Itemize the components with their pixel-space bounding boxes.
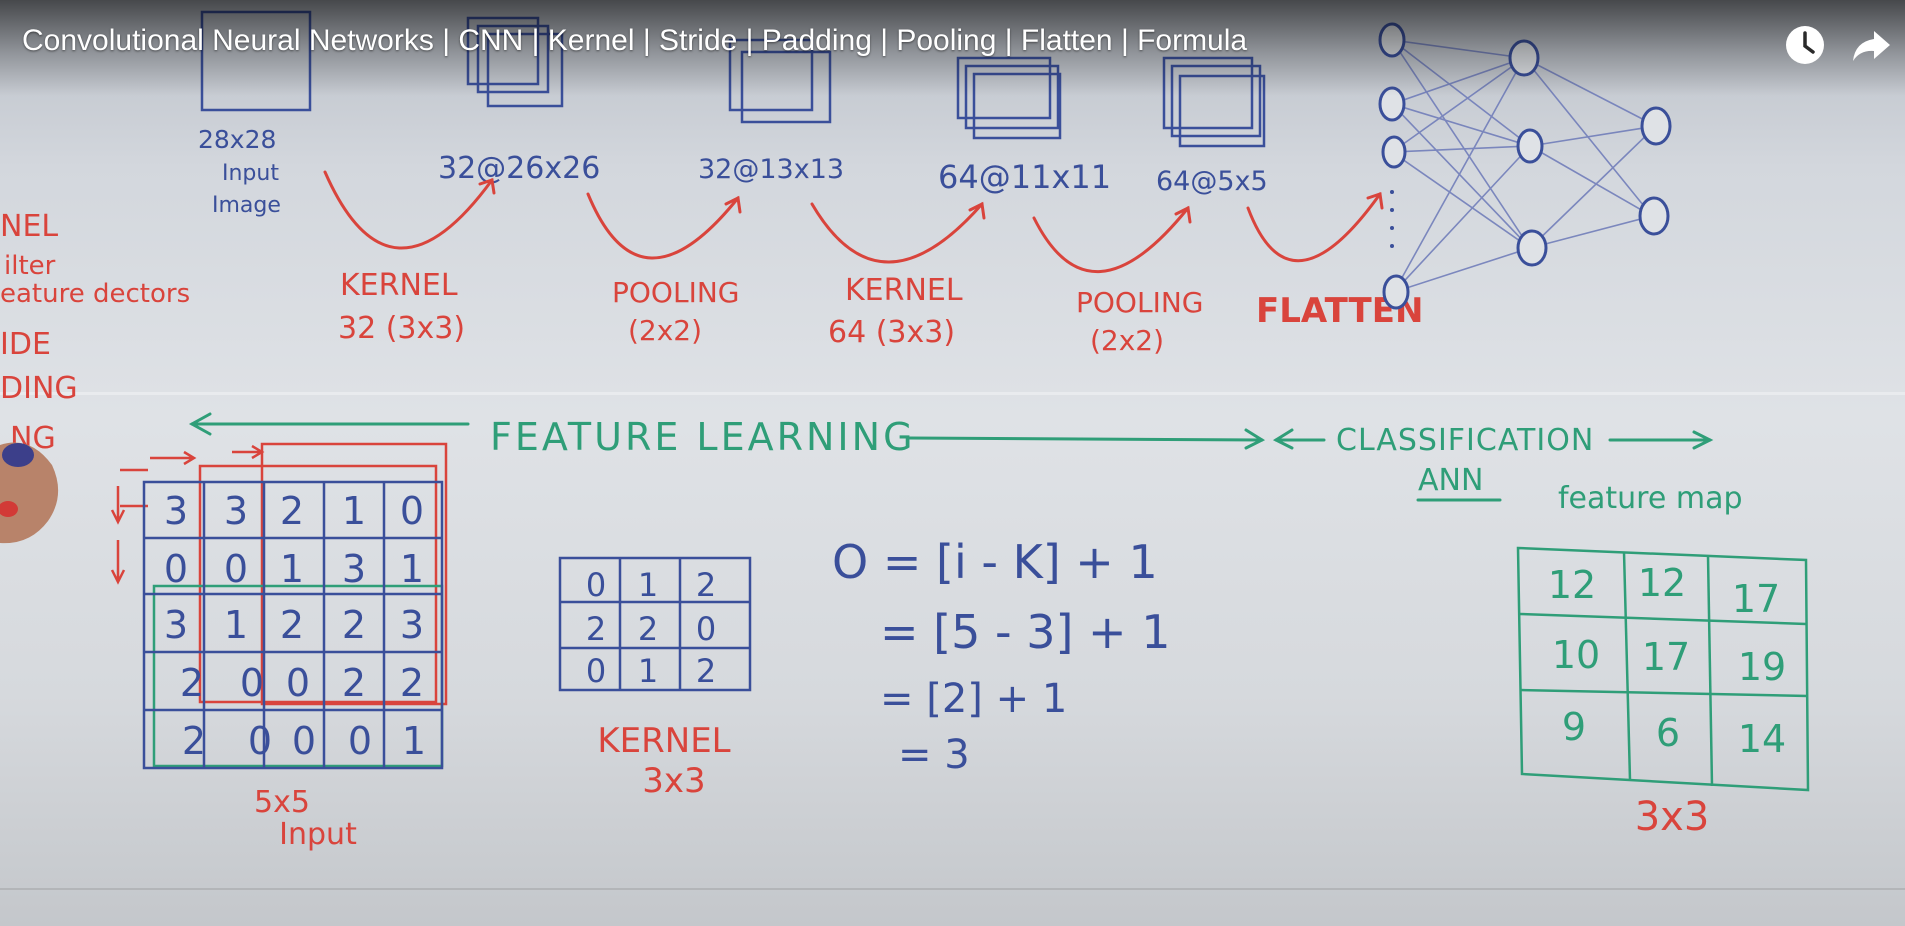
section-classification: CLASSIFICATION <box>1336 423 1594 458</box>
input-cell: 2 <box>342 603 366 647</box>
output-size-label: 3x3 <box>1635 794 1710 840</box>
kernel-cell: 2 <box>696 566 716 604</box>
op-label: POOLING <box>612 276 739 309</box>
video-title[interactable]: Convolutional Neural Networks | CNN | Ke… <box>22 24 1247 58</box>
output-cell: 17 <box>1642 635 1690 679</box>
input-cell: 0 <box>348 719 372 763</box>
section-feature-learning: FEATURE LEARNING <box>490 415 916 459</box>
formula-line: = 3 <box>898 732 970 778</box>
output-cell: 9 <box>1562 705 1586 749</box>
left-label: DING <box>0 371 78 406</box>
input-cell: 0 <box>240 661 264 705</box>
output-cell: 6 <box>1656 711 1680 755</box>
output-cell: 19 <box>1738 645 1786 689</box>
input-cell: 2 <box>180 661 204 705</box>
arc-pooling-2 <box>1032 206 1190 273</box>
stage-size-label: 32@26x26 <box>438 151 600 186</box>
kernel-size-label: 3x3 <box>642 761 705 801</box>
input-cell: 0 <box>292 719 316 763</box>
stage-caption: Input <box>222 161 279 186</box>
op-param: 64 (3x3) <box>828 315 955 350</box>
input-cell: 1 <box>402 719 426 763</box>
formula-line: O = [i - K] + 1 <box>832 535 1158 589</box>
input-size-label: 5x5 <box>254 785 310 820</box>
kernel-cell: 1 <box>638 652 658 690</box>
input-cell: 1 <box>400 547 424 591</box>
input-cell: 1 <box>342 489 366 533</box>
op-label: POOLING <box>1076 286 1203 319</box>
input-caption: Input <box>279 817 357 852</box>
share-icon <box>1853 31 1890 61</box>
op-param: (2x2) <box>628 314 702 347</box>
kernel-cell: 2 <box>638 610 658 648</box>
video-overlay-bar: Convolutional Neural Networks | CNN | Ke… <box>0 0 1905 96</box>
ann-hidden-node <box>1516 229 1548 267</box>
whiteboard-drawing: 28x28 Input Image 32@26x26 32@13x13 64@1… <box>0 10 1810 852</box>
input-cell: 3 <box>400 603 424 647</box>
arc-pooling-1 <box>586 192 740 260</box>
input-cell: 2 <box>342 661 366 705</box>
input-cell: 2 <box>400 661 424 705</box>
left-label: IDE <box>0 327 51 362</box>
ann-output-node <box>1638 196 1670 236</box>
kernel-cell: 0 <box>586 652 606 690</box>
op-label: KERNEL <box>340 268 458 303</box>
input-cell: 3 <box>224 489 248 533</box>
left-label: eature dectors <box>0 279 190 309</box>
ann-hidden-node <box>1516 128 1544 164</box>
output-cell: 17 <box>1732 577 1780 621</box>
kernel-cell: 2 <box>696 652 716 690</box>
output-cell: 12 <box>1548 563 1596 607</box>
output-cell: 10 <box>1552 633 1600 677</box>
share-button[interactable] <box>1848 22 1894 68</box>
watch-later-button[interactable] <box>1782 22 1828 68</box>
input-cell: 3 <box>164 489 188 533</box>
stage-size-label: 64@11x11 <box>938 158 1111 196</box>
input-cell: 1 <box>280 547 304 591</box>
stage-size-label: 32@13x13 <box>698 154 844 185</box>
stage-size-label: 64@5x5 <box>1156 166 1268 197</box>
op-param: (2x2) <box>1090 324 1164 357</box>
kernel-cell: 0 <box>696 610 716 648</box>
formula-line: = [2] + 1 <box>880 676 1067 722</box>
clock-icon <box>1786 26 1824 64</box>
output-cell: 14 <box>1738 717 1786 761</box>
input-cell: 2 <box>280 603 304 647</box>
ann-output-node <box>1640 106 1672 146</box>
feature-map-label: feature map <box>1558 481 1743 516</box>
op-label: KERNEL <box>845 273 963 308</box>
formula-line: = [5 - 3] + 1 <box>880 605 1171 659</box>
op-param: 32 (3x3) <box>338 311 465 346</box>
arc-flatten <box>1246 192 1382 262</box>
input-cell: 3 <box>164 603 188 647</box>
ann-label: ANN <box>1418 463 1483 498</box>
kernel-cell: 1 <box>638 566 658 604</box>
input-cell: 0 <box>400 489 424 533</box>
ann-input-node <box>1382 274 1410 310</box>
left-label: ilter <box>4 251 56 281</box>
ann-ellipsis <box>1390 190 1394 248</box>
kernel-cell: 0 <box>586 566 606 604</box>
input-cell: 0 <box>164 547 188 591</box>
input-cell: 0 <box>248 719 272 763</box>
input-cell: 1 <box>224 603 248 647</box>
input-cell: 2 <box>182 719 206 763</box>
presenter-hand <box>0 442 59 544</box>
stage-caption: Image <box>212 193 281 218</box>
ann-input-node <box>1381 135 1407 169</box>
output-cell: 12 <box>1638 561 1686 605</box>
input-cell: 2 <box>280 489 304 533</box>
input-cell: 3 <box>342 547 366 591</box>
input-cell: 0 <box>224 547 248 591</box>
stage-size-label: 28x28 <box>198 125 276 154</box>
kernel-cell: 2 <box>586 610 606 648</box>
arc-kernel-2 <box>810 202 984 264</box>
left-label: NEL <box>0 209 58 244</box>
kernel-label: KERNEL <box>597 721 730 761</box>
input-cell: 0 <box>286 661 310 705</box>
